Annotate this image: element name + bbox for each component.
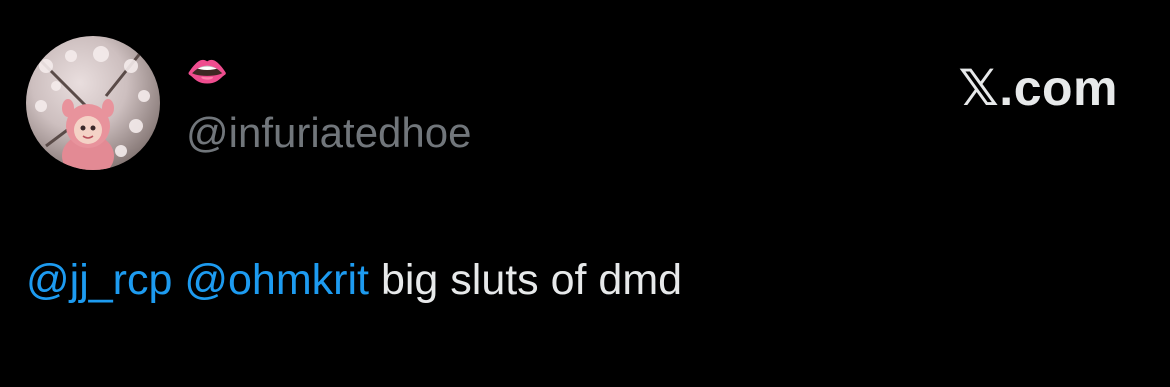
tweet-body: @jj_rcp @ohmkrit big sluts of dmd xyxy=(26,253,682,307)
mention-link[interactable]: @ohmkrit xyxy=(184,256,369,304)
avatar-image xyxy=(34,45,150,170)
display-name[interactable]: 👄 xyxy=(186,52,228,92)
x-com-watermark: 𝕏.com xyxy=(959,58,1119,118)
tweet-text: big sluts of dmd xyxy=(380,256,683,304)
brand-domain: .com xyxy=(999,60,1118,116)
tweet-card: 👄 @infuriatedhoe 𝕏.com @jj_rcp @ohmkrit … xyxy=(0,0,1170,387)
avatar[interactable] xyxy=(26,36,160,170)
user-handle[interactable]: @infuriatedhoe xyxy=(186,108,472,158)
mention-link[interactable]: @jj_rcp xyxy=(26,256,172,304)
x-logo-icon: 𝕏 xyxy=(958,60,1000,116)
